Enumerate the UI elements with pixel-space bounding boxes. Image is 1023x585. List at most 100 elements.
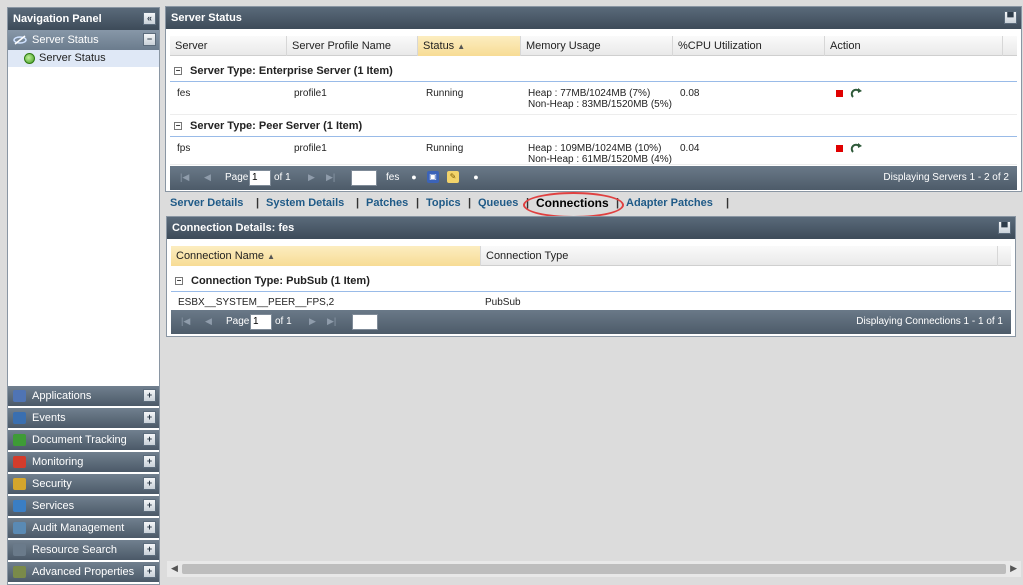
edit-icon[interactable]: ✎	[447, 171, 459, 183]
prev-page-icon[interactable]: ◀	[205, 316, 212, 327]
navigation-panel: Navigation Panel « Server Status − Serve…	[7, 7, 160, 585]
connection-details-panel: Connection Details: fes ▀ Connection Nam…	[166, 216, 1016, 337]
last-page-icon[interactable]: ▶|	[327, 316, 336, 327]
group-peer-server[interactable]: − Server Type: Peer Server (1 Item)	[170, 115, 1017, 137]
next-page-icon[interactable]: ▶	[308, 172, 315, 183]
table-row[interactable]: ESBX__SYSTEM__PEER__FPS,2 PubSub	[171, 292, 1011, 312]
tab-separator: |	[726, 197, 730, 209]
expand-icon[interactable]: +	[143, 499, 156, 512]
collapse-panel-icon[interactable]: ▀	[998, 221, 1011, 234]
group-pubsub[interactable]: − Connection Type: PubSub (1 Item)	[171, 270, 1011, 292]
cell-status: Running	[426, 143, 464, 154]
nav-item-label: Applications	[32, 390, 92, 402]
expand-icon[interactable]: +	[143, 411, 156, 424]
tab-topics[interactable]: Topics	[426, 197, 461, 209]
search-icon	[13, 544, 26, 556]
table-row[interactable]: fps profile1 Running Heap : 109MB/1024MB…	[170, 137, 1017, 165]
nav-item-monitoring[interactable]: Monitoring +	[8, 452, 159, 472]
last-page-icon[interactable]: ▶|	[326, 172, 335, 183]
first-page-icon[interactable]: |◀	[180, 172, 189, 183]
nav-item-advanced-properties[interactable]: Advanced Properties +	[8, 562, 159, 582]
col-profile[interactable]: Server Profile Name	[287, 36, 418, 56]
nav-item-label: Services	[32, 500, 75, 512]
collapse-section-icon[interactable]: −	[143, 33, 156, 46]
active-tab-highlight	[523, 192, 624, 218]
tab-separator: |	[356, 197, 360, 209]
tab-adapter-patches[interactable]: Adapter Patches	[626, 197, 713, 209]
tab-system-details[interactable]: System Details	[266, 197, 344, 209]
scroll-left-icon[interactable]: ◀	[171, 563, 178, 574]
expand-icon[interactable]: +	[143, 477, 156, 490]
display-count: Displaying Connections 1 - 1 of 1	[856, 316, 1003, 327]
nav-item-services[interactable]: Services +	[8, 496, 159, 516]
nav-item-security[interactable]: Security +	[8, 474, 159, 494]
nav-title: Navigation Panel	[13, 13, 102, 25]
filter-input[interactable]	[352, 314, 378, 330]
expand-icon[interactable]: +	[143, 543, 156, 556]
restart-server-icon[interactable]	[850, 87, 862, 99]
expand-icon[interactable]: +	[143, 565, 156, 578]
scroll-thumb[interactable]	[182, 564, 1006, 574]
group-toggle-icon[interactable]: −	[174, 122, 182, 130]
expand-icon[interactable]: +	[143, 433, 156, 446]
tab-server-details[interactable]: Server Details	[170, 197, 243, 209]
first-page-icon[interactable]: |◀	[181, 316, 190, 327]
col-status-label: Status	[423, 40, 455, 52]
col-server[interactable]: Server	[170, 36, 287, 56]
col-connection-name[interactable]: Connection Name ▲	[171, 246, 481, 266]
page-label: Page	[225, 172, 249, 183]
page-number-input[interactable]: 1	[249, 170, 271, 186]
connection-pager: |◀ ◀ Page 1 of 1 ▶ ▶| Displaying Connect…	[171, 310, 1011, 334]
col-action[interactable]: Action	[825, 36, 1003, 56]
cell-server: fes	[177, 88, 191, 99]
server-pager: |◀ ◀ Page 1 of 1 ▶ ▶| fes ● ▣ ✎ ● Displa…	[170, 166, 1017, 190]
sort-asc-icon: ▲	[267, 252, 276, 261]
nav-sub-item-server-status[interactable]: Server Status	[8, 50, 159, 67]
tab-patches[interactable]: Patches	[366, 197, 408, 209]
col-connection-name-label: Connection Name	[176, 250, 265, 262]
nav-item-document-tracking[interactable]: Document Tracking +	[8, 430, 159, 450]
tab-queues[interactable]: Queues	[478, 197, 518, 209]
group-toggle-icon[interactable]: −	[175, 277, 183, 285]
col-cpu[interactable]: %CPU Utilization	[673, 36, 825, 56]
nav-item-label: Audit Management	[32, 522, 125, 534]
save-icon[interactable]: ▣	[427, 171, 439, 183]
stop-server-icon[interactable]	[836, 90, 843, 97]
properties-icon	[13, 566, 26, 578]
tab-separator: |	[468, 197, 472, 209]
stop-server-icon[interactable]	[836, 145, 843, 152]
nav-item-audit-management[interactable]: Audit Management +	[8, 518, 159, 538]
nav-item-resource-search[interactable]: Resource Search +	[8, 540, 159, 560]
collapse-nav-icon[interactable]: «	[143, 12, 156, 25]
info-icon[interactable]: ●	[408, 171, 420, 183]
prev-page-icon[interactable]: ◀	[204, 172, 211, 183]
restart-server-icon[interactable]	[850, 142, 862, 154]
horizontal-scrollbar[interactable]: ◀ ▶	[167, 561, 1021, 577]
col-memory[interactable]: Memory Usage	[521, 36, 673, 56]
col-status[interactable]: Status ▲	[418, 36, 521, 56]
server-status-panel: Server Status ▀ Server Server Profile Na…	[165, 6, 1022, 192]
page-number-input[interactable]: 1	[250, 314, 272, 330]
group-toggle-icon[interactable]: −	[174, 67, 182, 75]
nav-item-label: Resource Search	[32, 544, 117, 556]
details-icon[interactable]: ●	[470, 171, 482, 183]
group-enterprise-server[interactable]: − Server Type: Enterprise Server (1 Item…	[170, 60, 1017, 82]
expand-icon[interactable]: +	[143, 521, 156, 534]
col-connection-type[interactable]: Connection Type	[481, 246, 998, 266]
nav-item-events[interactable]: Events +	[8, 408, 159, 428]
expand-icon[interactable]: +	[143, 389, 156, 402]
applications-icon	[13, 390, 26, 402]
nav-item-applications[interactable]: Applications +	[8, 386, 159, 406]
server-status-icon	[13, 35, 27, 45]
expand-icon[interactable]: +	[143, 455, 156, 468]
group-label: Connection Type: PubSub (1 Item)	[191, 275, 370, 287]
nav-section-server-status[interactable]: Server Status −	[8, 30, 159, 50]
server-table-header: Server Server Profile Name Status ▲ Memo…	[170, 36, 1017, 56]
scroll-right-icon[interactable]: ▶	[1010, 563, 1017, 574]
events-icon	[13, 412, 26, 424]
filter-input[interactable]	[351, 170, 377, 186]
collapse-panel-icon[interactable]: ▀	[1004, 11, 1017, 24]
next-page-icon[interactable]: ▶	[309, 316, 316, 327]
nav-item-label: Advanced Properties	[32, 566, 135, 578]
table-row[interactable]: fes profile1 Running Heap : 77MB/1024MB …	[170, 82, 1017, 115]
